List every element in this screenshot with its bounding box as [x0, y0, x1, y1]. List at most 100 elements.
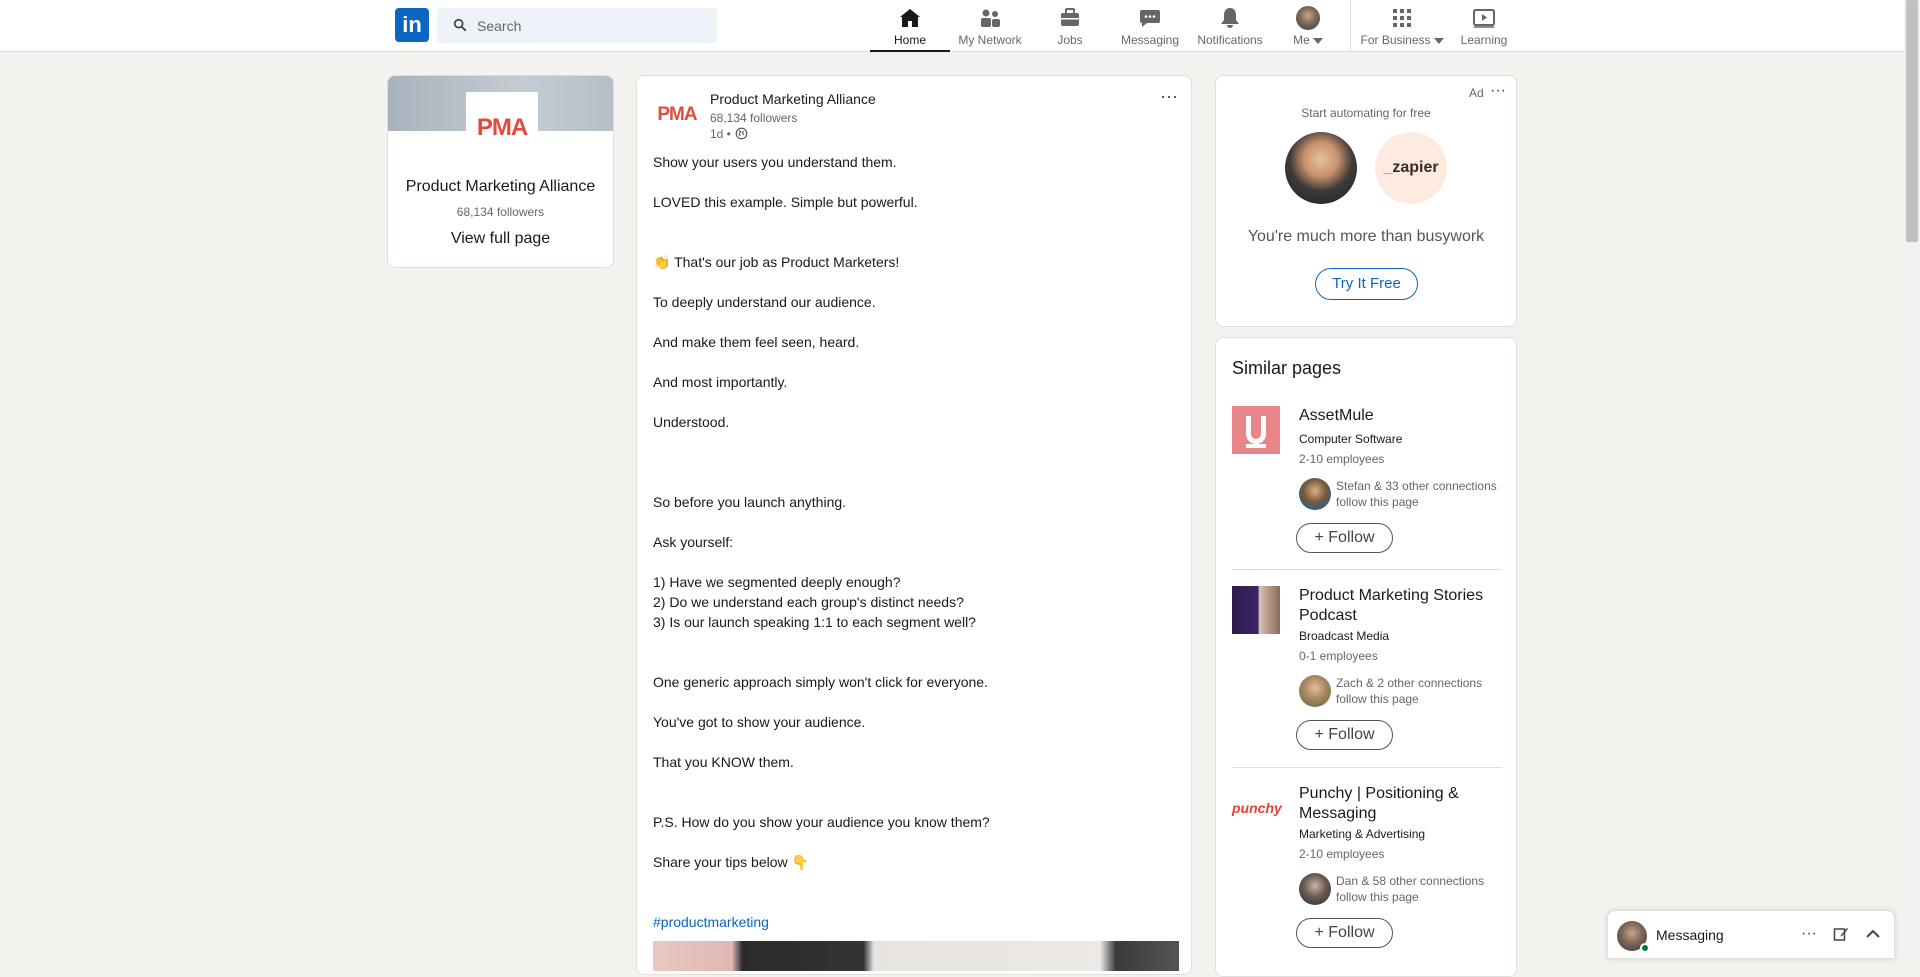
assetmule-logo[interactable] [1232, 406, 1280, 454]
similar-page-connections: Stefan & 33 other connections follow thi… [1336, 479, 1497, 509]
network-icon [981, 9, 1000, 27]
post-author-logo[interactable]: PMA [654, 92, 700, 138]
bell-icon [1221, 8, 1239, 28]
scrollbar[interactable] [1904, 0, 1920, 959]
avatar [1296, 6, 1320, 30]
post-line: You've got to show your audience. [653, 714, 866, 730]
post-line: 3) Is our launch speaking 1:1 to each se… [653, 614, 976, 630]
similar-page-industry: Marketing & Advertising [1299, 827, 1426, 841]
connection-avatar [1299, 675, 1331, 707]
follow-label: Follow [1328, 924, 1375, 941]
nav-for-business[interactable]: For Business [1358, 0, 1446, 52]
messaging-bar[interactable]: Messaging ··· [1607, 910, 1895, 959]
similar-page-name[interactable]: Punchy | Positioning & Messaging [1299, 784, 1504, 824]
online-status-dot [1640, 943, 1650, 953]
post-line: 1) Have we segmented deeply enough? [653, 574, 901, 590]
company-card: PMA Product Marketing Alliance 68,134 fo… [387, 75, 614, 268]
search-box[interactable] [437, 8, 717, 43]
post-line: And make them feel seen, heard. [653, 334, 860, 350]
nav-divider [1350, 0, 1351, 52]
post-time: 1d • [710, 127, 748, 141]
nav-for-business-label: For Business [1360, 33, 1431, 47]
nav-notifications[interactable]: Notifications [1190, 0, 1270, 52]
hashtag-link[interactable]: #productmarketing [653, 914, 769, 930]
ad-card: Ad ··· Start automating for free _zapier… [1215, 75, 1517, 327]
compose-icon[interactable] [1830, 923, 1852, 945]
post-time-text: 1d • [710, 127, 731, 141]
chevron-up-icon[interactable] [1862, 923, 1884, 945]
post-line: P.S. How do you show your audience you k… [653, 814, 990, 830]
nav-jobs[interactable]: Jobs [1045, 0, 1095, 52]
post-line: 2) Do we understand each group's distinc… [653, 594, 964, 610]
follow-button[interactable]: + Follow [1296, 523, 1393, 553]
nav-learning[interactable]: Learning [1456, 0, 1512, 52]
similar-page-connections: Dan & 58 other connections follow this p… [1336, 874, 1485, 904]
feed-post: PMA Product Marketing Alliance 68,134 fo… [636, 75, 1192, 975]
nav-messaging-label: Messaging [1120, 33, 1180, 47]
ad-label: Ad [1469, 86, 1484, 100]
pms-podcast-logo[interactable] [1232, 586, 1280, 634]
post-line: 👏 That's our job as Product Marketers! [653, 254, 900, 270]
similar-page-connections: Zach & 2 other connections follow this p… [1336, 676, 1483, 706]
briefcase-icon [1061, 8, 1079, 26]
similar-page-name[interactable]: Product Marketing Stories Podcast [1299, 586, 1504, 626]
similar-pages-card: Similar pages AssetMule Computer Softwar… [1215, 337, 1517, 977]
similar-page-name[interactable]: AssetMule [1299, 406, 1504, 426]
connection-avatar [1299, 478, 1331, 510]
linkedin-logo-icon[interactable]: in [395, 8, 429, 42]
follow-button[interactable]: + Follow [1296, 918, 1393, 948]
nav-home[interactable]: Home [870, 0, 950, 52]
grid-icon [1393, 9, 1411, 27]
company-name[interactable]: Product Marketing Alliance [388, 178, 613, 196]
ad-user-avatar [1285, 132, 1357, 204]
nav-for-business-label-wrap: For Business [1358, 33, 1446, 47]
nav-jobs-label: Jobs [1057, 33, 1083, 47]
post-author-name[interactable]: Product Marketing Alliance [710, 91, 876, 107]
company-followers: 68,134 followers [456, 205, 545, 219]
try-it-free-button[interactable]: Try It Free [1315, 268, 1418, 300]
post-more-button[interactable]: ··· [1156, 86, 1182, 106]
nav-me-label: Me [1293, 33, 1310, 47]
zapier-logo[interactable]: _zapier [1375, 132, 1447, 204]
post-line: Understood. [653, 414, 730, 430]
nav-my-network[interactable]: My Network [953, 0, 1027, 52]
post-line: Ask yourself: [653, 534, 734, 550]
nav-messaging[interactable]: Messaging [1113, 0, 1187, 52]
nav-home-label: Home [893, 33, 926, 47]
post-line: To deeply understand our audience. [653, 294, 876, 310]
post-line: And most importantly. [653, 374, 788, 390]
home-icon [900, 9, 920, 27]
similar-page-industry: Computer Software [1299, 432, 1403, 446]
post-author-followers: 68,134 followers [710, 111, 798, 125]
post-line: LOVED this example. Simple but powerful. [653, 194, 918, 210]
similar-page-industry: Broadcast Media [1299, 629, 1390, 643]
view-full-page-link[interactable]: View full page [388, 230, 613, 248]
follow-button[interactable]: + Follow [1296, 720, 1393, 750]
similar-pages-title: Similar pages [1232, 358, 1342, 378]
post-image[interactable] [653, 941, 1179, 971]
messaging-icon [1140, 10, 1160, 27]
nav-me[interactable]: Me [1282, 0, 1334, 52]
nav-my-network-label: My Network [958, 33, 1022, 47]
plus-icon: + [1314, 726, 1329, 743]
chevron-down-icon [1312, 37, 1323, 44]
nav-me-label-wrap: Me [1282, 33, 1334, 47]
nav-notifications-label: Notifications [1197, 33, 1263, 47]
ad-more-button[interactable]: ··· [1490, 82, 1506, 100]
nav-learning-label: Learning [1460, 33, 1508, 47]
ad-headline: You're much more than busywork [1247, 228, 1485, 245]
similar-page-employees: 0-1 employees [1299, 649, 1378, 663]
company-logo[interactable]: PMA [466, 92, 538, 164]
search-input[interactable] [477, 8, 707, 43]
divider [1232, 767, 1502, 768]
learning-icon [1473, 9, 1495, 28]
search-icon [453, 18, 467, 32]
scrollbar-thumb[interactable] [1906, 0, 1918, 242]
post-line: Show your users you understand them. [653, 154, 897, 170]
punchy-logo[interactable]: punchy [1232, 784, 1282, 832]
messaging-label: Messaging [1656, 927, 1724, 943]
post-line: Share your tips below 👇 [653, 854, 809, 870]
divider [1232, 569, 1502, 570]
messaging-more-button[interactable]: ··· [1798, 923, 1820, 945]
follow-label: Follow [1328, 529, 1375, 546]
